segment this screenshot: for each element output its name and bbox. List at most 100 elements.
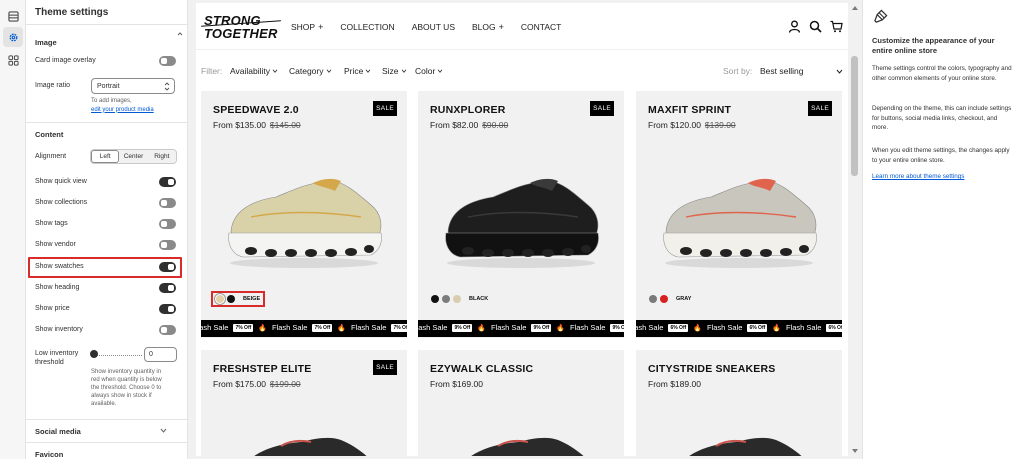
flash-sale-text: Flash Sale [351,323,387,332]
ticker-track: 🔥Flash Sale6% Off🔥Flash Sale6% Off🔥Flash… [636,323,842,332]
product-price: From $175.00 $199.00 [213,379,301,389]
filter-label-text: Price [344,66,364,76]
cart-icon[interactable] [830,20,843,33]
favicon-section[interactable]: Favicon [26,442,187,459]
show-inventory-toggle[interactable] [159,325,176,335]
search-icon[interactable] [809,20,822,33]
product-card[interactable]: EZYWALK CLASSIC From $169.00 [418,350,624,456]
compare-price: $139.00 [704,120,736,130]
nav-item-contact[interactable]: CONTACT [521,22,561,32]
product-name[interactable]: MAXFIT SPRINT [648,104,731,116]
product-card[interactable]: FRESHSTEP ELITE From $175.00 $199.00 SALE [201,350,407,456]
filter-size[interactable]: Size [382,66,407,76]
product-card[interactable]: CITYSTRIDE SNEAKERS From $189.00 [636,350,842,456]
filter-price[interactable]: Price [344,66,371,76]
color-swatch[interactable] [442,295,450,303]
account-icon[interactable] [788,20,801,33]
show-quick-view-toggle[interactable] [159,177,176,187]
nav-item-collection[interactable]: COLLECTION [340,22,394,32]
store-logo[interactable]: STRONG TOGETHER [204,14,278,40]
color-swatch[interactable] [431,295,439,303]
threshold-slider-handle[interactable] [90,350,98,358]
discount-tag: 6% Off [747,323,768,332]
threshold-input[interactable]: 0 [144,347,177,362]
shoe-image[interactable] [438,430,604,456]
toggle-knob [161,200,167,206]
show-tags-label: Show tags [35,220,68,227]
product-card[interactable]: RUNXPLORER From $82.00$90.00 SALE BLACK 🔥 Fla… [418,91,624,338]
shoe-image[interactable] [221,171,387,271]
shoe-image[interactable] [438,171,604,271]
color-swatch[interactable] [649,295,657,303]
color-swatch[interactable] [660,295,668,303]
nav-item-about-us[interactable]: ABOUT US [412,22,455,32]
chevron-down-icon [160,428,167,433]
chevron-down-icon[interactable] [836,69,843,74]
shoe-image[interactable] [656,171,822,271]
product-name[interactable]: CITYSTRIDE SNEAKERS [648,363,775,375]
sort-select[interactable]: Best selling [760,66,803,76]
preview-scrollbar-thumb[interactable] [851,56,858,176]
show-vendor-toggle[interactable] [159,240,176,250]
help-paragraph-2: Depending on the theme, this can include… [872,105,1012,131]
nav-item-blog[interactable]: BLOG + [472,22,504,32]
filter-category[interactable]: Category [289,66,332,76]
scroll-down-icon[interactable] [852,449,858,454]
product-card[interactable]: SPEEDWAVE 2.0 From $135.00 $145.00 SALE BEIG… [201,91,407,338]
learn-more-link[interactable]: Learn more about theme settings [872,173,964,180]
settings-gear-icon[interactable] [3,27,23,47]
nav-item-shop[interactable]: SHOP + [291,22,323,32]
product-card[interactable]: MAXFIT SPRINT From $120.00 $139.00 SALE GRAY… [636,91,842,338]
apps-icon[interactable] [3,50,23,70]
flash-sale-text: Flash Sale [707,323,743,332]
show-heading-toggle[interactable] [159,283,176,293]
filter-availability[interactable]: Availability [230,66,278,76]
alignment-center-button[interactable]: Center [119,150,148,163]
sale-badge: SALE [373,360,397,375]
product-name[interactable]: SPEEDWAVE 2.0 [213,104,299,116]
color-swatch[interactable] [227,295,235,303]
product-name[interactable]: FRESHSTEP ELITE [213,363,312,375]
chevron-up-icon[interactable] [177,31,183,37]
edit-product-media-link[interactable]: edit your product media [91,106,154,115]
image-ratio-select[interactable]: Portrait [91,78,175,94]
show-collections-toggle[interactable] [159,198,176,208]
color-swatch[interactable] [216,295,224,303]
product-name[interactable]: EZYWALK CLASSIC [430,363,533,375]
shoe-image[interactable] [221,430,387,456]
sale-badge: SALE [373,101,397,116]
favicon-label: Favicon [35,450,64,459]
flash-sale-text: Flash Sale [786,323,822,332]
flash-sale-text: Flash Sale [636,323,664,332]
product-name[interactable]: RUNXPLORER [430,104,506,116]
nav-label: BLOG [471,22,496,32]
show-inventory-label: Show inventory [35,326,83,333]
fire-icon: 🔥 [477,324,486,332]
social-media-section[interactable]: Social media [26,419,187,441]
shoe-image[interactable] [656,430,822,456]
discount-tag: 7% Off [391,323,407,332]
price-value: From $82.00 [430,120,479,130]
filter-label-text: Size [382,66,399,76]
color-swatch[interactable] [453,295,461,303]
sale-badge: SALE [808,101,832,116]
alignment-left-button[interactable]: Left [91,150,120,163]
sections-icon[interactable] [3,6,23,26]
show-price-label: Show price [35,305,70,312]
threshold-slider-track[interactable] [94,355,142,357]
sort-label: Sort by: [723,66,753,76]
panel-title: Theme settings [35,7,109,18]
theme-editor: Theme settings Image Card image overlay … [0,0,1024,459]
filter-color[interactable]: Color [415,66,443,76]
show-vendor-label: Show vendor [35,241,76,248]
show-price-toggle[interactable] [159,304,176,314]
logo-line-2: TOGETHER [204,26,278,41]
fire-icon: 🔥 [693,324,702,332]
price-value: From $189.00 [648,379,701,389]
scroll-up-icon[interactable] [852,5,858,10]
card-overlay-toggle[interactable] [159,56,176,66]
alignment-right-button[interactable]: Right [147,150,176,163]
flash-sale-text: Flash Sale [570,323,606,332]
show-tags-toggle[interactable] [159,219,176,229]
flash-sale-text: Flash Sale [418,323,448,332]
